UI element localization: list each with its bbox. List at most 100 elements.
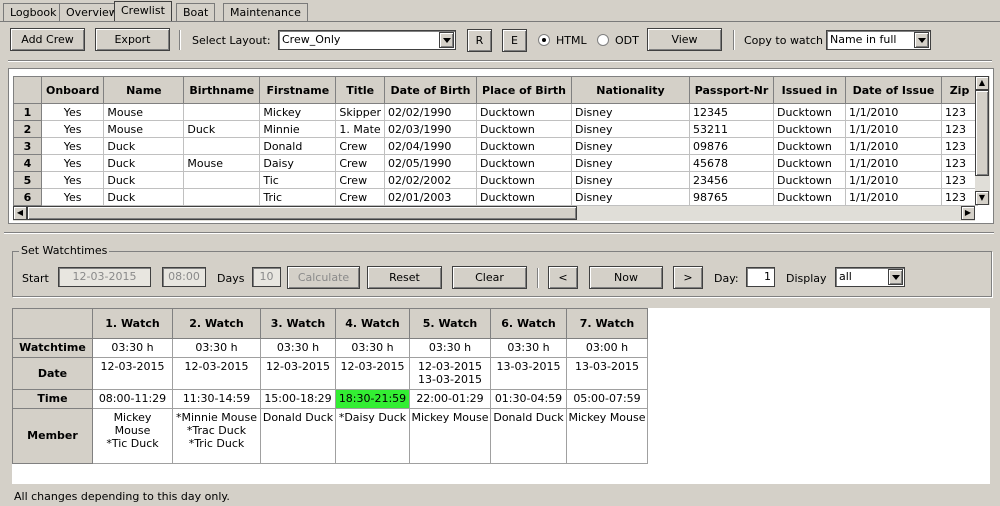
table-cell[interactable]: Mouse (183, 154, 261, 172)
days-field[interactable]: 10 (252, 267, 281, 287)
column-header[interactable]: Zip (941, 76, 979, 104)
member-cell[interactable]: Donald Duck (260, 408, 336, 464)
table-cell[interactable]: 1/1/2010 (845, 154, 943, 172)
watchtime-cell[interactable]: 03:30 h (490, 338, 567, 358)
splitter[interactable] (4, 232, 994, 234)
calculate-button[interactable]: Calculate (287, 266, 360, 289)
table-cell[interactable]: Disney (571, 103, 691, 121)
scroll-down-icon[interactable]: ▼ (975, 191, 989, 205)
table-cell[interactable]: Tic (259, 171, 337, 189)
date-cell[interactable]: 13-03-2015 (490, 357, 567, 390)
member-cell[interactable]: Mickey Mouse *Tic Duck (92, 408, 173, 464)
start-date-field[interactable]: 12-03-2015 (58, 267, 151, 287)
row-number[interactable]: 3 (13, 137, 42, 155)
table-cell[interactable]: 02/02/2002 (384, 171, 478, 189)
watchtime-cell[interactable]: 03:30 h (409, 338, 491, 358)
vertical-scroll-thumb[interactable] (975, 90, 989, 176)
table-cell[interactable]: Ducktown (476, 137, 573, 155)
table-cell[interactable]: 123 (941, 137, 979, 155)
table-cell[interactable]: Disney (571, 188, 691, 206)
add-crew-button[interactable]: Add Crew (10, 28, 85, 51)
time-cell[interactable]: 01:30-04:59 (490, 389, 567, 409)
table-cell[interactable]: Minnie (259, 120, 337, 138)
table-cell[interactable]: Ducktown (476, 154, 573, 172)
table-cell[interactable]: Disney (571, 137, 691, 155)
table-cell[interactable] (183, 188, 261, 206)
table-row[interactable]: 1 Yes Mouse Mickey Skipper 02/02/1990 Ducktown… (13, 103, 979, 121)
table-cell[interactable]: Crew (335, 154, 386, 172)
date-cell[interactable]: 12-03-2015 (92, 357, 173, 390)
reset-button[interactable]: Reset (367, 266, 442, 289)
table-cell[interactable]: 1/1/2010 (845, 120, 943, 138)
table-cell[interactable]: 02/01/2003 (384, 188, 478, 206)
table-cell[interactable]: Ducktown (476, 188, 573, 206)
table-cell[interactable]: Yes (40, 137, 105, 155)
table-cell[interactable]: 53211 (689, 120, 775, 138)
table-cell[interactable]: Mouse (103, 103, 185, 121)
view-button[interactable]: View (647, 28, 722, 51)
table-cell[interactable]: Yes (40, 120, 105, 138)
column-header[interactable]: Title (335, 76, 386, 104)
table-cell[interactable]: 123 (941, 171, 979, 189)
table-cell[interactable]: 02/02/1990 (384, 103, 478, 121)
column-header[interactable]: Date of Issue (845, 76, 943, 104)
watchtime-cell[interactable]: 03:30 h (92, 338, 173, 358)
table-cell[interactable]: Duck (103, 171, 185, 189)
table-cell[interactable]: 123 (941, 103, 979, 121)
table-cell[interactable]: Duck (183, 120, 261, 138)
row-number[interactable]: 6 (13, 188, 42, 206)
clear-button[interactable]: Clear (452, 266, 527, 289)
date-cell[interactable]: 12-03-2015 13-03-2015 (409, 357, 491, 390)
row-number[interactable]: 4 (13, 154, 42, 172)
table-cell[interactable]: 02/03/1990 (384, 120, 478, 138)
table-cell[interactable]: Skipper (335, 103, 386, 121)
html-radio[interactable] (538, 34, 550, 46)
watchtime-cell[interactable]: 03:00 h (566, 338, 648, 358)
table-cell[interactable] (183, 137, 261, 155)
time-cell[interactable]: 22:00-01:29 (409, 389, 491, 409)
table-cell[interactable]: Yes (40, 154, 105, 172)
table-cell[interactable]: 23456 (689, 171, 775, 189)
table-cell[interactable]: Donald (259, 137, 337, 155)
vertical-scrollbar[interactable]: ▲ ▼ (975, 76, 990, 205)
date-cell[interactable]: 12-03-2015 (172, 357, 261, 390)
table-cell[interactable]: 123 (941, 188, 979, 206)
tab-maintenance[interactable]: Maintenance (223, 3, 308, 21)
table-cell[interactable]: Yes (40, 188, 105, 206)
column-header[interactable]: Onboard (40, 76, 105, 104)
display-select[interactable]: all (835, 267, 905, 287)
watchtime-cell[interactable]: 03:30 h (172, 338, 261, 358)
column-header[interactable]: Place of Birth (476, 76, 573, 104)
table-row[interactable]: 6 Yes Duck Tric Crew 02/01/2003 Ducktown Disney… (13, 188, 979, 206)
table-cell[interactable]: Disney (571, 154, 691, 172)
table-cell[interactable] (183, 171, 261, 189)
table-cell[interactable]: Ducktown (773, 137, 847, 155)
scroll-up-icon[interactable]: ▲ (975, 76, 989, 90)
column-header[interactable]: Firstname (259, 76, 337, 104)
watchtime-cell[interactable]: 03:30 h (335, 338, 410, 358)
watchtime-cell[interactable]: 03:30 h (260, 338, 336, 358)
tab-boat[interactable]: Boat (176, 3, 216, 21)
member-cell[interactable]: *Daisy Duck (335, 408, 410, 464)
row-number[interactable]: 2 (13, 120, 42, 138)
table-row[interactable]: 2 Yes Mouse Duck Minnie 1. Mate 02/03/1990 Duck… (13, 120, 979, 138)
table-row[interactable]: 3 Yes Duck Donald Crew 02/04/1990 Ducktown Disn… (13, 137, 979, 155)
export-button[interactable]: Export (95, 28, 170, 51)
e-button[interactable]: E (502, 29, 527, 52)
member-cell[interactable]: Donald Duck (490, 408, 567, 464)
table-cell[interactable]: 98765 (689, 188, 775, 206)
time-cell[interactable]: 08:00-11:29 (92, 389, 173, 409)
date-cell[interactable]: 12-03-2015 (335, 357, 410, 390)
table-cell[interactable]: Ducktown (476, 120, 573, 138)
odt-radio[interactable] (597, 34, 609, 46)
member-cell[interactable]: *Minnie Mouse *Trac Duck *Tric Duck (172, 408, 261, 464)
horizontal-scroll-thumb[interactable] (27, 206, 577, 220)
table-cell[interactable]: Ducktown (773, 188, 847, 206)
tab-logbook[interactable]: Logbook (3, 3, 64, 21)
table-cell[interactable]: Ducktown (476, 103, 573, 121)
table-cell[interactable]: 1. Mate (335, 120, 386, 138)
member-cell[interactable]: Mickey Mouse (409, 408, 491, 464)
row-number[interactable]: 1 (13, 103, 42, 121)
column-header[interactable]: Name (103, 76, 185, 104)
table-cell[interactable]: 1/1/2010 (845, 137, 943, 155)
